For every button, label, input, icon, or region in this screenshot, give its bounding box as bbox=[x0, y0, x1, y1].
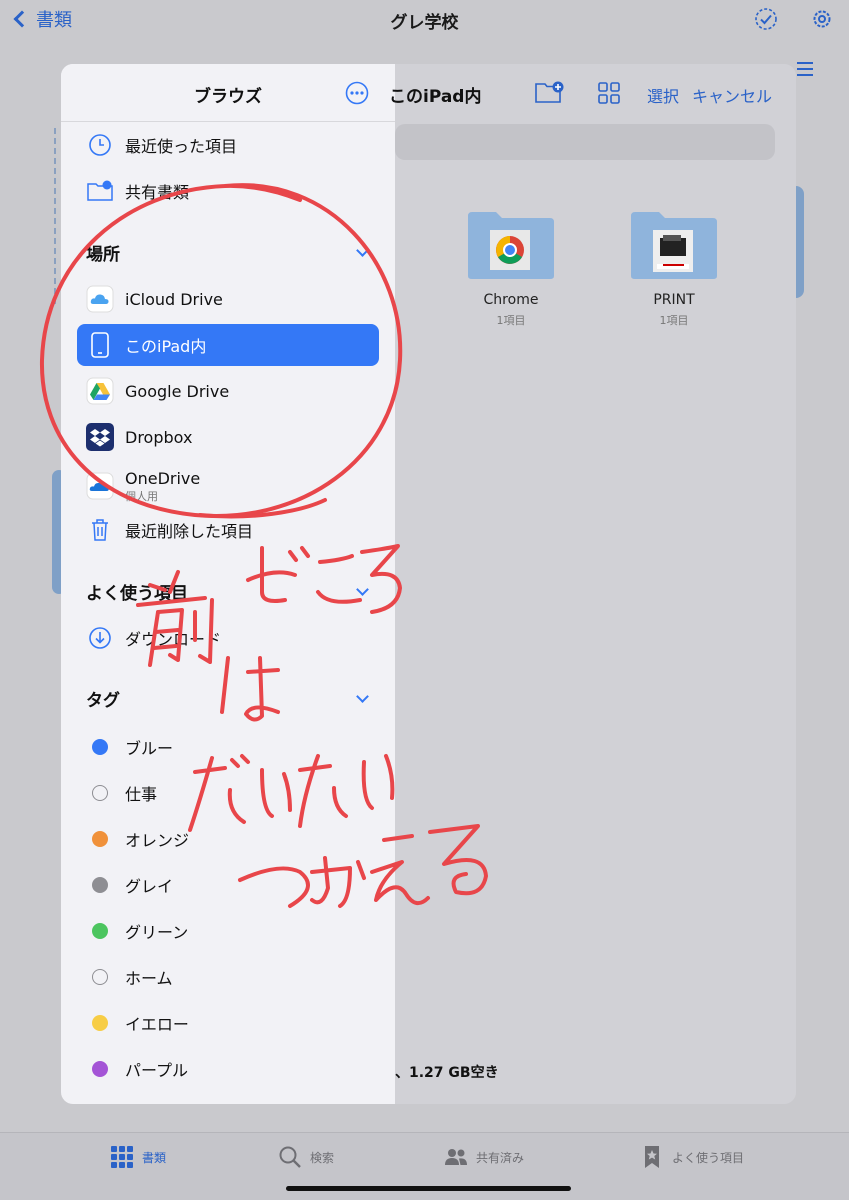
sidebar-item-label: Dropbox bbox=[125, 427, 193, 447]
tag-label: グレイ bbox=[125, 877, 174, 896]
sidebar-item-label: 共有書類 bbox=[125, 183, 190, 202]
tag-dot-icon bbox=[92, 785, 108, 801]
new-folder-icon[interactable] bbox=[534, 79, 566, 105]
folder-icon bbox=[631, 212, 717, 279]
sidebar-item-label: 最近使った項目 bbox=[125, 137, 238, 156]
more-options-icon[interactable] bbox=[345, 81, 369, 105]
storage-info: 、1.27 GB空き bbox=[395, 1065, 499, 1081]
sidebar-item-sublabel: 個人用 bbox=[125, 489, 158, 503]
section-title-locations: 場所 bbox=[86, 245, 120, 265]
chevron-down-icon[interactable] bbox=[356, 244, 369, 257]
tab-label: よく使う項目 bbox=[672, 1150, 745, 1165]
tag-label: パープル bbox=[125, 1061, 189, 1080]
section-title-favorites: よく使う項目 bbox=[86, 584, 188, 604]
folder-icon bbox=[468, 212, 554, 279]
sidebar-item-icloud[interactable]: iCloud Drive bbox=[77, 278, 379, 320]
tab-favorites[interactable]: よく使う項目 bbox=[640, 1145, 744, 1169]
dropbox-icon bbox=[85, 422, 115, 452]
onedrive-icon bbox=[85, 471, 115, 501]
tag-item-purple[interactable]: パープル bbox=[77, 1048, 379, 1090]
sidebar-item-label: OneDrive bbox=[125, 468, 201, 488]
grid-icon bbox=[111, 1146, 133, 1168]
tag-label: イエロー bbox=[125, 1015, 189, 1034]
sidebar-item-recent[interactable]: 最近使った項目 bbox=[77, 124, 379, 166]
folder-count: 1項目 bbox=[496, 314, 526, 327]
folder-count: 1項目 bbox=[659, 314, 689, 327]
ipad-icon bbox=[85, 330, 115, 360]
clock-icon bbox=[85, 130, 115, 160]
sidebar-item-dropbox[interactable]: Dropbox bbox=[77, 416, 379, 458]
tab-label: 書類 bbox=[142, 1150, 167, 1165]
tag-dot-icon bbox=[92, 877, 108, 893]
browse-sidebar: ブラウズ 最近使った項目 共有書類 場所 iCloud Drive このiPad… bbox=[61, 64, 395, 1104]
tab-label: 検索 bbox=[310, 1150, 335, 1165]
tag-dot-icon bbox=[92, 923, 108, 939]
tab-search[interactable]: 検索 bbox=[278, 1145, 334, 1169]
tag-item-orange[interactable]: オレンジ bbox=[77, 818, 379, 860]
sidebar-item-shared[interactable]: 共有書類 bbox=[77, 170, 379, 212]
google-drive-icon bbox=[85, 376, 115, 406]
search-input[interactable] bbox=[395, 124, 775, 160]
tag-dot-icon bbox=[92, 831, 108, 847]
tag-item-work[interactable]: 仕事 bbox=[77, 772, 379, 814]
sidebar-item-label: 最近削除した項目 bbox=[125, 522, 254, 541]
sidebar-item-label: このiPad内 bbox=[125, 337, 207, 356]
tag-dot-icon bbox=[92, 1061, 108, 1077]
tag-label: グリーン bbox=[125, 923, 189, 942]
gear-icon[interactable] bbox=[810, 7, 834, 31]
top-nav-bar: 書類 グレ学校 bbox=[0, 0, 849, 44]
checkmark-circle-icon[interactable] bbox=[754, 7, 778, 31]
cancel-button[interactable]: キャンセル bbox=[692, 83, 772, 107]
icloud-icon bbox=[85, 284, 115, 314]
tag-dot-icon bbox=[92, 1015, 108, 1031]
sidebar-item-downloads[interactable]: ダウンロード bbox=[77, 617, 379, 659]
download-icon bbox=[85, 623, 115, 653]
tab-label: 共有済み bbox=[476, 1150, 525, 1165]
people-icon bbox=[445, 1149, 467, 1165]
page-title: グレ学校 bbox=[390, 13, 459, 33]
folder-name: Chrome bbox=[483, 292, 539, 308]
tag-label: ホーム bbox=[125, 969, 173, 988]
folder-item-chrome[interactable]: Chrome 1項目 bbox=[466, 210, 556, 328]
bookmark-icon bbox=[645, 1146, 659, 1168]
select-button[interactable]: 選択 bbox=[647, 83, 679, 107]
sidebar-item-google-drive[interactable]: Google Drive bbox=[77, 370, 379, 412]
tag-item-yellow[interactable]: イエロー bbox=[77, 1002, 379, 1044]
sidebar-item-label: iCloud Drive bbox=[125, 289, 223, 309]
tag-dot-icon bbox=[92, 739, 108, 755]
sidebar-item-label: ダウンロード bbox=[125, 630, 222, 649]
folder-item-print[interactable]: PRINT 1項目 bbox=[629, 210, 719, 328]
shared-folder-icon bbox=[85, 176, 115, 206]
content-pane: このiPad内 選択 キャンセル Chrome 1項目 PRINT 1項目 、1… bbox=[389, 64, 796, 1104]
section-title-tags: タグ bbox=[86, 691, 120, 711]
tag-label: オレンジ bbox=[125, 831, 190, 850]
folder-name: PRINT bbox=[653, 292, 695, 308]
sidebar-item-recently-deleted[interactable]: 最近削除した項目 bbox=[77, 509, 379, 551]
tag-item-blue[interactable]: ブルー bbox=[77, 726, 379, 768]
tag-dot-icon bbox=[92, 969, 108, 985]
sidebar-header: ブラウズ bbox=[61, 64, 395, 122]
home-indicator bbox=[286, 1186, 571, 1191]
browse-sheet: ブラウズ 最近使った項目 共有書類 場所 iCloud Drive このiPad… bbox=[61, 64, 796, 1104]
content-title: このiPad内 bbox=[389, 87, 482, 107]
tab-shared[interactable]: 共有済み bbox=[444, 1145, 524, 1169]
tag-item-green[interactable]: グリーン bbox=[77, 910, 379, 952]
sidebar-item-ipad[interactable]: このiPad内 bbox=[77, 324, 379, 366]
tag-label: ブルー bbox=[125, 739, 174, 758]
tag-item-home[interactable]: ホーム bbox=[77, 956, 379, 998]
search-icon bbox=[279, 1146, 301, 1168]
tag-label: 仕事 bbox=[125, 785, 158, 804]
trash-icon bbox=[85, 515, 115, 545]
sidebar-item-onedrive[interactable]: OneDrive 個人用 bbox=[77, 462, 379, 510]
grid-view-icon[interactable] bbox=[597, 81, 621, 105]
tag-item-gray[interactable]: グレイ bbox=[77, 864, 379, 906]
chevron-down-icon[interactable] bbox=[356, 583, 369, 596]
tab-documents[interactable]: 書類 bbox=[110, 1145, 166, 1169]
sidebar-item-label: Google Drive bbox=[125, 381, 230, 401]
chevron-down-icon[interactable] bbox=[356, 690, 369, 703]
